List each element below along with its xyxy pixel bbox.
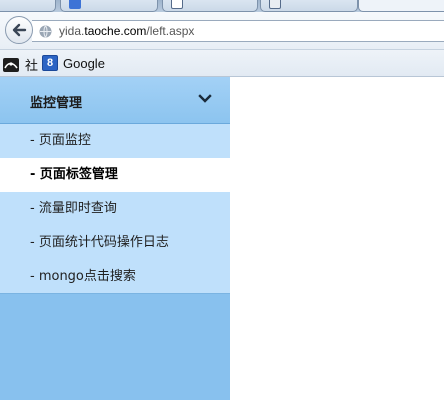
sidebar-item-page-tag-management[interactable]: - 页面标签管理 xyxy=(0,158,230,192)
main-content-area xyxy=(230,77,444,400)
globe-icon xyxy=(39,25,52,38)
back-arrow-icon xyxy=(12,23,27,37)
chevron-down-icon[interactable] xyxy=(198,94,212,104)
navigation-bar: yida.taoche.com/left.aspx xyxy=(0,12,444,50)
browser-tab[interactable] xyxy=(60,0,158,12)
tab-favicon-icon xyxy=(171,0,183,9)
section-title: 监控管理 xyxy=(30,96,83,111)
address-bar[interactable]: yida.taoche.com/left.aspx xyxy=(32,20,444,42)
back-button[interactable] xyxy=(5,16,33,44)
browser-tab-active[interactable] xyxy=(358,0,444,12)
sidebar-item-stats-code-log[interactable]: - 页面统计代码操作日志 xyxy=(0,226,230,260)
browser-tab[interactable] xyxy=(260,0,358,12)
tab-strip xyxy=(0,0,444,12)
bookmark-item[interactable]: 社 xyxy=(3,55,38,74)
google-icon: 8 xyxy=(42,55,58,71)
sidebar: 监控管理 - 页面监控 - 页面标签管理 - 流量即时查询 - 页面统计代码操作… xyxy=(0,77,230,400)
sidebar-item-traffic-query[interactable]: - 流量即时查询 xyxy=(0,192,230,226)
sidebar-item-mongo-click-search[interactable]: - mongo点击搜索 xyxy=(0,260,230,294)
sidebar-item-page-monitor[interactable]: - 页面监控 xyxy=(0,124,230,158)
bookmark-label: 社 xyxy=(25,58,39,73)
sidebar-menu: - 页面监控 - 页面标签管理 - 流量即时查询 - 页面统计代码操作日志 - … xyxy=(0,124,230,294)
bookmark-label: Google xyxy=(63,55,105,71)
address-text: yida.taoche.com/left.aspx xyxy=(59,24,195,38)
bookmarks-toolbar: 社 8 Google xyxy=(0,50,444,77)
sidebar-section-header[interactable]: 监控管理 xyxy=(0,77,230,124)
browser-tab[interactable] xyxy=(0,0,56,12)
dark-app-icon xyxy=(3,57,19,72)
bookmark-item[interactable]: 8 Google xyxy=(42,55,105,71)
browser-tab[interactable] xyxy=(162,0,258,12)
tab-favicon-icon xyxy=(269,0,281,9)
tab-favicon-icon xyxy=(69,0,81,9)
